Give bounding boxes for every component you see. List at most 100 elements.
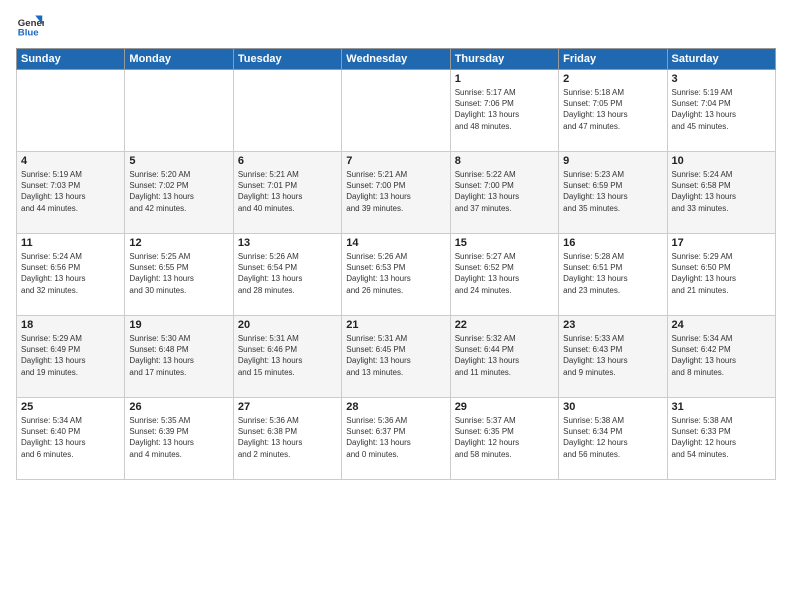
calendar-cell: 20 Sunrise: 5:31 AM Sunset: 6:46 PM Dayli…: [233, 316, 341, 398]
calendar-cell: 8 Sunrise: 5:22 AM Sunset: 7:00 PM Daylig…: [450, 152, 558, 234]
day-number: 5: [129, 155, 228, 167]
day-info: Sunrise: 5:27 AM Sunset: 6:52 PM Dayligh…: [455, 251, 554, 296]
day-info: Sunrise: 5:29 AM Sunset: 6:49 PM Dayligh…: [21, 333, 120, 378]
day-info: Sunrise: 5:29 AM Sunset: 6:50 PM Dayligh…: [672, 251, 771, 296]
calendar-cell: [342, 70, 450, 152]
logo: General Blue: [16, 12, 44, 40]
calendar-cell: 16 Sunrise: 5:28 AM Sunset: 6:51 PM Dayli…: [559, 234, 667, 316]
day-info: Sunrise: 5:19 AM Sunset: 7:03 PM Dayligh…: [21, 169, 120, 214]
calendar-cell: 4Sunrise: 5:19 AM Sunset: 7:03 PM Daylig…: [17, 152, 125, 234]
day-number: 28: [346, 401, 445, 413]
calendar-cell: 13 Sunrise: 5:26 AM Sunset: 6:54 PM Dayli…: [233, 234, 341, 316]
day-number: 18: [21, 319, 120, 331]
day-info: Sunrise: 5:36 AM Sunset: 6:37 PM Dayligh…: [346, 415, 445, 460]
calendar-cell: 22 Sunrise: 5:32 AM Sunset: 6:44 PM Dayli…: [450, 316, 558, 398]
day-info: Sunrise: 5:23 AM Sunset: 6:59 PM Dayligh…: [563, 169, 662, 214]
day-number: 11: [21, 237, 120, 249]
day-header-saturday: Saturday: [667, 49, 775, 70]
day-number: 6: [238, 155, 337, 167]
calendar-cell: 10 Sunrise: 5:24 AM Sunset: 6:58 PM Dayli…: [667, 152, 775, 234]
svg-text:Blue: Blue: [18, 28, 39, 39]
day-number: 22: [455, 319, 554, 331]
calendar-cell: 9 Sunrise: 5:23 AM Sunset: 6:59 PM Daylig…: [559, 152, 667, 234]
day-number: 13: [238, 237, 337, 249]
calendar-cell: 25 Sunrise: 5:34 AM Sunset: 6:40 PM Dayli…: [17, 398, 125, 480]
day-number: 24: [672, 319, 771, 331]
calendar-cell: 5Sunrise: 5:20 AM Sunset: 7:02 PM Daylig…: [125, 152, 233, 234]
day-number: 16: [563, 237, 662, 249]
day-info: Sunrise: 5:21 AM Sunset: 7:01 PM Dayligh…: [238, 169, 337, 214]
day-number: 29: [455, 401, 554, 413]
calendar-cell: 17Sunrise: 5:29 AM Sunset: 6:50 PM Dayli…: [667, 234, 775, 316]
calendar-cell: 27 Sunrise: 5:36 AM Sunset: 6:38 PM Dayli…: [233, 398, 341, 480]
day-info: Sunrise: 5:34 AM Sunset: 6:40 PM Dayligh…: [21, 415, 120, 460]
calendar-cell: [233, 70, 341, 152]
calendar-cell: 21Sunrise: 5:31 AM Sunset: 6:45 PM Dayli…: [342, 316, 450, 398]
day-info: Sunrise: 5:30 AM Sunset: 6:48 PM Dayligh…: [129, 333, 228, 378]
day-number: 8: [455, 155, 554, 167]
calendar-cell: 18 Sunrise: 5:29 AM Sunset: 6:49 PM Dayli…: [17, 316, 125, 398]
day-info: Sunrise: 5:35 AM Sunset: 6:39 PM Dayligh…: [129, 415, 228, 460]
calendar-cell: 29 Sunrise: 5:37 AM Sunset: 6:35 PM Dayli…: [450, 398, 558, 480]
day-info: Sunrise: 5:21 AM Sunset: 7:00 PM Dayligh…: [346, 169, 445, 214]
day-number: 14: [346, 237, 445, 249]
day-number: 25: [21, 401, 120, 413]
calendar-cell: 6 Sunrise: 5:21 AM Sunset: 7:01 PM Daylig…: [233, 152, 341, 234]
day-number: 9: [563, 155, 662, 167]
calendar-cell: 12 Sunrise: 5:25 AM Sunset: 6:55 PM Dayli…: [125, 234, 233, 316]
day-number: 12: [129, 237, 228, 249]
day-header-friday: Friday: [559, 49, 667, 70]
calendar-cell: 11 Sunrise: 5:24 AM Sunset: 6:56 PM Dayli…: [17, 234, 125, 316]
day-info: Sunrise: 5:32 AM Sunset: 6:44 PM Dayligh…: [455, 333, 554, 378]
day-info: Sunrise: 5:19 AM Sunset: 7:04 PM Dayligh…: [672, 87, 771, 132]
day-number: 31: [672, 401, 771, 413]
day-header-thursday: Thursday: [450, 49, 558, 70]
day-number: 27: [238, 401, 337, 413]
calendar-cell: [17, 70, 125, 152]
day-info: Sunrise: 5:17 AM Sunset: 7:06 PM Dayligh…: [455, 87, 554, 132]
day-number: 1: [455, 73, 554, 85]
calendar-cell: 23 Sunrise: 5:33 AM Sunset: 6:43 PM Dayli…: [559, 316, 667, 398]
day-info: Sunrise: 5:34 AM Sunset: 6:42 PM Dayligh…: [672, 333, 771, 378]
day-header-tuesday: Tuesday: [233, 49, 341, 70]
day-number: 23: [563, 319, 662, 331]
day-info: Sunrise: 5:24 AM Sunset: 6:56 PM Dayligh…: [21, 251, 120, 296]
calendar-cell: 3 Sunrise: 5:19 AM Sunset: 7:04 PM Daylig…: [667, 70, 775, 152]
calendar-cell: 19 Sunrise: 5:30 AM Sunset: 6:48 PM Dayli…: [125, 316, 233, 398]
day-number: 30: [563, 401, 662, 413]
day-number: 3: [672, 73, 771, 85]
day-info: Sunrise: 5:38 AM Sunset: 6:33 PM Dayligh…: [672, 415, 771, 460]
day-header-wednesday: Wednesday: [342, 49, 450, 70]
day-info: Sunrise: 5:18 AM Sunset: 7:05 PM Dayligh…: [563, 87, 662, 132]
calendar-cell: 7 Sunrise: 5:21 AM Sunset: 7:00 PM Daylig…: [342, 152, 450, 234]
day-number: 10: [672, 155, 771, 167]
day-info: Sunrise: 5:24 AM Sunset: 6:58 PM Dayligh…: [672, 169, 771, 214]
page-header: General Blue: [16, 12, 776, 40]
day-info: Sunrise: 5:28 AM Sunset: 6:51 PM Dayligh…: [563, 251, 662, 296]
day-header-sunday: Sunday: [17, 49, 125, 70]
day-info: Sunrise: 5:36 AM Sunset: 6:38 PM Dayligh…: [238, 415, 337, 460]
day-number: 19: [129, 319, 228, 331]
calendar-table: SundayMondayTuesdayWednesdayThursdayFrid…: [16, 48, 776, 480]
day-info: Sunrise: 5:31 AM Sunset: 6:46 PM Dayligh…: [238, 333, 337, 378]
calendar-cell: 31 Sunrise: 5:38 AM Sunset: 6:33 PM Dayli…: [667, 398, 775, 480]
day-info: Sunrise: 5:33 AM Sunset: 6:43 PM Dayligh…: [563, 333, 662, 378]
day-number: 7: [346, 155, 445, 167]
calendar-cell: 26Sunrise: 5:35 AM Sunset: 6:39 PM Dayli…: [125, 398, 233, 480]
calendar-cell: 24 Sunrise: 5:34 AM Sunset: 6:42 PM Dayli…: [667, 316, 775, 398]
calendar-cell: 30 Sunrise: 5:38 AM Sunset: 6:34 PM Dayli…: [559, 398, 667, 480]
calendar-cell: 15Sunrise: 5:27 AM Sunset: 6:52 PM Dayli…: [450, 234, 558, 316]
calendar-cell: 14Sunrise: 5:26 AM Sunset: 6:53 PM Dayli…: [342, 234, 450, 316]
day-number: 2: [563, 73, 662, 85]
day-info: Sunrise: 5:25 AM Sunset: 6:55 PM Dayligh…: [129, 251, 228, 296]
day-info: Sunrise: 5:31 AM Sunset: 6:45 PM Dayligh…: [346, 333, 445, 378]
day-info: Sunrise: 5:26 AM Sunset: 6:54 PM Dayligh…: [238, 251, 337, 296]
day-info: Sunrise: 5:22 AM Sunset: 7:00 PM Dayligh…: [455, 169, 554, 214]
calendar-cell: 1 Sunrise: 5:17 AM Sunset: 7:06 PM Daylig…: [450, 70, 558, 152]
day-info: Sunrise: 5:38 AM Sunset: 6:34 PM Dayligh…: [563, 415, 662, 460]
logo-icon: General Blue: [16, 12, 44, 40]
day-info: Sunrise: 5:37 AM Sunset: 6:35 PM Dayligh…: [455, 415, 554, 460]
day-number: 20: [238, 319, 337, 331]
day-header-monday: Monday: [125, 49, 233, 70]
calendar-cell: 2 Sunrise: 5:18 AM Sunset: 7:05 PM Daylig…: [559, 70, 667, 152]
